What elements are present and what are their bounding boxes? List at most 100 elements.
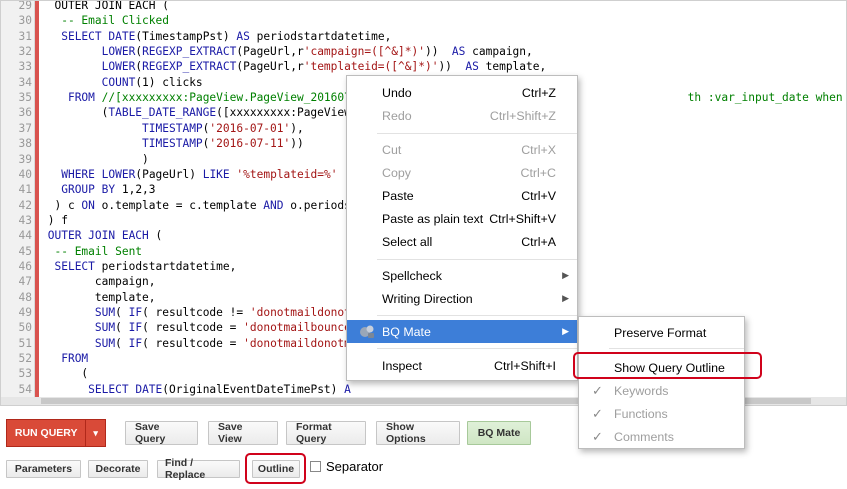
line-number: 34: [18, 75, 32, 89]
menu-item-label: Paste as plain text: [382, 211, 484, 226]
line-number: 30: [18, 14, 32, 28]
format-query-button[interactable]: Format Query: [286, 421, 366, 445]
submenu-arrow-icon: ▶: [562, 326, 569, 336]
bq-mate-icon: [360, 325, 374, 338]
menu-item-paste-plain-text[interactable]: Paste as plain text Ctrl+Shift+V: [347, 207, 577, 230]
run-query-button[interactable]: RUN QUERY ▾: [6, 419, 106, 447]
line-number: 43: [18, 213, 32, 227]
context-menu: Undo Ctrl+Z Redo Ctrl+Shift+Z Cut Ctrl+X…: [346, 75, 578, 381]
save-query-button[interactable]: Save Query: [125, 421, 198, 445]
code-line[interactable]: 29 OUTER JOIN EACH (: [1, 0, 846, 13]
menu-item-redo[interactable]: Redo Ctrl+Shift+Z: [347, 104, 577, 127]
check-icon: ✓: [592, 405, 603, 421]
menu-item-shortcut: Ctrl+C: [520, 165, 556, 180]
menu-item-select-all[interactable]: Select all Ctrl+A: [347, 230, 577, 253]
line-number: 52: [18, 352, 32, 366]
code-text: OUTER JOIN EACH (: [47, 229, 163, 243]
line-number: 49: [18, 306, 32, 319]
line-number: 45: [18, 244, 32, 258]
bq-mate-button[interactable]: BQ Mate: [467, 421, 531, 445]
separator-label: Separator: [326, 459, 384, 474]
menu-item-shortcut: Ctrl+X: [521, 142, 556, 157]
line-number: 41: [18, 183, 32, 197]
menu-item-label: Spellcheck: [382, 268, 442, 283]
check-icon: ✓: [592, 382, 603, 398]
line-number: 32: [18, 45, 32, 59]
menu-item-paste[interactable]: Paste Ctrl+V: [347, 184, 577, 207]
line-number: 44: [18, 229, 32, 243]
menu-item-shortcut: Ctrl+Z: [521, 85, 556, 100]
bq-mate-submenu: Preserve Format Show Query Outline ✓ Key…: [578, 316, 745, 449]
line-number: 35: [18, 91, 32, 105]
menu-item-undo[interactable]: Undo Ctrl+Z: [347, 81, 577, 104]
code-text: campaign,: [41, 275, 156, 289]
menu-item-label: Paste: [382, 188, 414, 203]
line-number: 39: [18, 152, 32, 166]
menu-item-label: BQ Mate: [382, 324, 431, 339]
parameters-button[interactable]: Parameters: [6, 460, 81, 478]
code-text: LOWER(REGEXP_EXTRACT(PageUrl,r'campaign=…: [101, 45, 533, 59]
show-query-outline-highlight-ring: [573, 352, 762, 379]
save-view-button[interactable]: Save View: [208, 421, 278, 445]
code-line[interactable]: 30 -- Email Clicked: [1, 13, 846, 28]
menu-item-label: Select all: [382, 234, 433, 249]
line-number: 42: [18, 198, 32, 212]
menu-item-cut[interactable]: Cut Ctrl+X: [347, 138, 577, 161]
code-line[interactable]: 32 LOWER(REGEXP_EXTRACT(PageUrl,r'campai…: [1, 44, 846, 59]
code-text: (TABLE_DATE_RANGE([xxxxxxxxx:PageView: [41, 106, 351, 120]
code-line[interactable]: 31 SELECT DATE(TimestampPst) AS periodst…: [1, 29, 846, 44]
menu-separator: [377, 348, 577, 349]
menu-item-label: Undo: [382, 85, 412, 100]
line-number: 53: [18, 367, 32, 381]
line-number: 54: [18, 382, 32, 396]
line-number: 37: [18, 121, 32, 135]
line-number: 36: [18, 106, 32, 120]
submenu-item-functions[interactable]: ✓ Functions: [579, 402, 744, 425]
line-number: 31: [18, 29, 32, 43]
find-replace-button[interactable]: Find / Replace: [157, 457, 240, 481]
menu-item-inspect[interactable]: Inspect Ctrl+Shift+I: [347, 354, 577, 377]
menu-item-label: Copy: [382, 165, 411, 180]
code-text: GROUP BY 1,2,3: [61, 183, 156, 197]
menu-item-label: Inspect: [382, 358, 422, 373]
code-text: FROM: [61, 352, 89, 366]
menu-item-shortcut: Ctrl+Shift+I: [494, 358, 556, 373]
decorate-button[interactable]: Decorate: [88, 460, 148, 478]
code-text: -- Email Sent: [54, 244, 143, 258]
code-text: ): [41, 152, 149, 166]
menu-separator: [377, 133, 577, 134]
menu-item-writing-direction[interactable]: Writing Direction ▶: [347, 287, 577, 310]
menu-item-label: Preserve Format: [614, 325, 707, 340]
run-query-dropdown-icon[interactable]: ▾: [85, 420, 105, 446]
menu-item-label: Comments: [614, 429, 674, 444]
menu-separator: [377, 259, 577, 260]
code-text: OUTER JOIN EACH (: [41, 0, 169, 12]
menu-separator: [609, 348, 744, 349]
line-number: 33: [18, 60, 32, 74]
menu-item-label: Functions: [614, 406, 668, 421]
code-text: SELECT DATE(OriginalEventDateTimePst) A: [88, 382, 351, 396]
code-text: TIMESTAMP('2016-07-01'),: [142, 121, 304, 135]
menu-separator: [377, 315, 577, 316]
line-number: 51: [18, 336, 32, 350]
code-text: -- Email Clicked: [61, 14, 169, 28]
separator-checkbox[interactable]: [310, 461, 321, 472]
submenu-item-keywords[interactable]: ✓ Keywords: [579, 379, 744, 402]
code-text: SELECT DATE(TimestampPst) AS periodstart…: [61, 29, 392, 43]
line-number: 50: [18, 321, 32, 335]
check-icon: ✓: [592, 428, 603, 444]
line-number: 48: [18, 290, 32, 304]
code-text: LOWER(REGEXP_EXTRACT(PageUrl,r'templatei…: [101, 60, 547, 74]
menu-item-copy[interactable]: Copy Ctrl+C: [347, 161, 577, 184]
code-text: SELECT periodstartdatetime,: [54, 259, 237, 273]
code-text: TIMESTAMP('2016-07-11')): [142, 137, 304, 151]
menu-item-bq-mate[interactable]: BQ Mate ▶: [347, 320, 577, 343]
submenu-item-comments[interactable]: ✓ Comments: [579, 425, 744, 448]
submenu-arrow-icon: ▶: [562, 270, 569, 280]
submenu-item-preserve-format[interactable]: Preserve Format: [579, 321, 744, 344]
code-line[interactable]: 33 LOWER(REGEXP_EXTRACT(PageUrl,r'templa…: [1, 59, 846, 74]
show-options-button[interactable]: Show Options: [376, 421, 460, 445]
menu-item-spellcheck[interactable]: Spellcheck ▶: [347, 264, 577, 287]
code-text: template,: [41, 290, 156, 304]
submenu-arrow-icon: ▶: [562, 293, 569, 303]
